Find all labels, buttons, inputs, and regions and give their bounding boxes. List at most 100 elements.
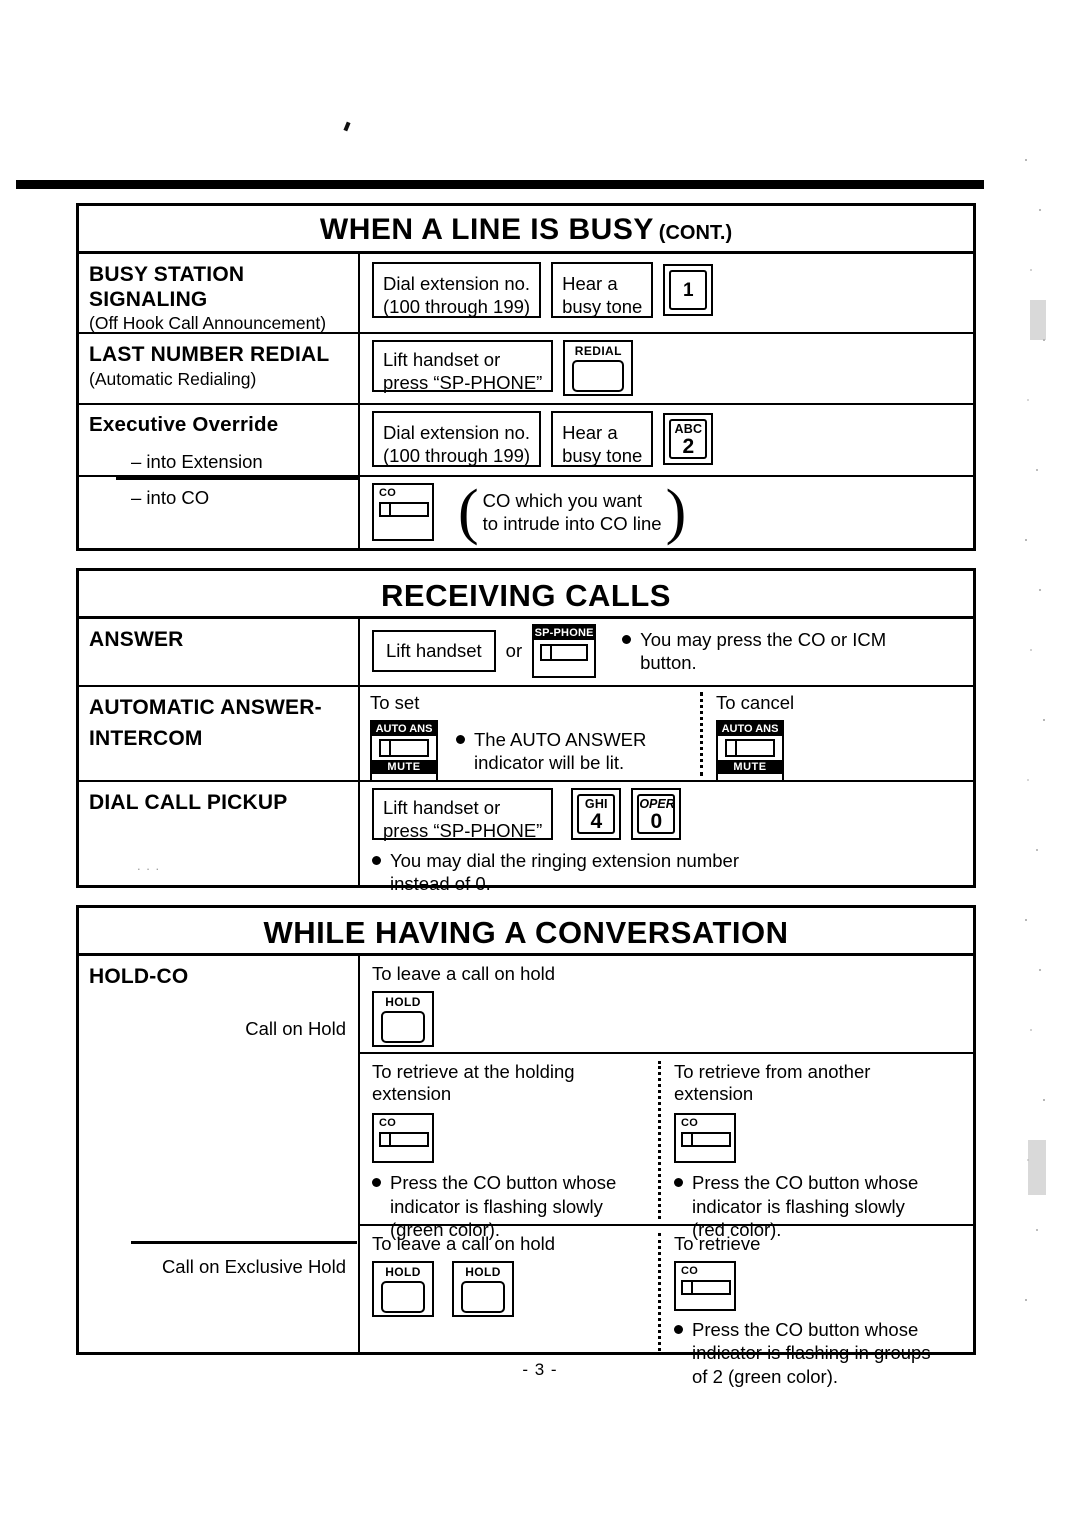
row-last-number-redial: LAST NUMBER REDIAL (Automatic Redialing)…: [79, 334, 973, 405]
sp-phone-button-icon: SP-PHONE: [532, 624, 597, 678]
col-to-set: To set AUTO ANS MUTE The AUTO ANSWER ind…: [370, 692, 700, 783]
col-title-to-set: To set: [370, 692, 420, 713]
row-answer: ANSWER Lift handset or SP-PHONE You may …: [79, 619, 973, 687]
heading-line-1: DIAL CALL PICKUP: [89, 791, 288, 814]
step-hear-busy-tone: Hear a busy tone: [551, 411, 654, 467]
row-dial-call-pickup: DIAL CALL PICKUP . . . Lift handset or p…: [79, 782, 973, 894]
key-digit: 4: [590, 810, 603, 833]
step-line-2: (100 through 199): [383, 296, 531, 318]
step-line-1: Hear a: [562, 422, 618, 443]
bullet-line-2: button.: [640, 652, 697, 673]
col-title-to-retrieve: To retrieve: [674, 1233, 761, 1254]
section-when-a-line-is-busy: WHEN A LINE IS BUSY (CONT.) BUSY STATION…: [76, 203, 976, 551]
row-steps-hold-co: To leave a call on hold HOLD To retrieve…: [360, 956, 973, 1387]
heading-line-1: Executive Override: [89, 413, 279, 436]
bullet-line-2: indicator will be lit.: [474, 752, 625, 774]
block-retrieve-pair: To retrieve at the holding extension CO …: [360, 1052, 973, 1240]
row-hold-co: HOLD-CO Call on Hold Call on Exclusive H…: [79, 956, 973, 1387]
section-title-when-a-line-is-busy: WHEN A LINE IS BUSY (CONT.): [79, 206, 973, 254]
heading-line-1: AUTOMATIC ANSWER-: [89, 696, 322, 719]
step-line-1: Dial extension no.: [383, 273, 531, 294]
row-label-into-co: – into CO: [79, 477, 360, 551]
bullet-line-1: You may dial the ringing extension numbe…: [390, 850, 739, 871]
row-label-automatic-answer-intercom: AUTOMATIC ANSWER- INTERCOM: [79, 687, 360, 780]
step-line-2: busy tone: [562, 296, 643, 318]
sub-row-divider: [116, 477, 360, 480]
col-title-to-cancel: To cancel: [716, 692, 795, 713]
step-line-1: Dial extension no.: [383, 422, 531, 443]
note-line-1: CO which you want: [482, 489, 643, 511]
heading-line-1: ANSWER: [89, 628, 184, 651]
col-exclusive-retrieve: To retrieve CO Press the CO button whose…: [658, 1233, 973, 1387]
keypad-key-2-abc-icon: ABC 2: [663, 413, 714, 465]
section-title-text: WHILE HAVING A CONVERSATION: [263, 915, 789, 950]
scan-artifact-faint-text: . . .: [137, 858, 161, 873]
top-horizontal-rule: [16, 180, 984, 189]
row-busy-station-signaling: BUSY STATION SIGNALING (Off Hook Call An…: [79, 254, 973, 334]
heading-line-1: BUSY STATION: [89, 263, 245, 286]
button-indicator: [379, 1132, 429, 1148]
row-executive-override-into-co: – into CO CO ( CO which you want to intr…: [79, 477, 973, 551]
button-keypad-shape: [461, 1281, 505, 1314]
redial-button-icon: REDIAL: [563, 340, 634, 396]
section-while-having-a-conversation: WHILE HAVING A CONVERSATION HOLD-CO Call…: [76, 905, 976, 1387]
col-title-line-1: To retrieve at the holding: [372, 1061, 575, 1082]
bullet-dot: [674, 1178, 683, 1188]
step-dial-extension: Dial extension no. (100 through 199): [372, 411, 542, 467]
button-label-bottom: MUTE: [718, 760, 782, 775]
col-retrieve-another-extension: To retrieve from another extension CO Pr…: [658, 1061, 973, 1240]
block-title-leave-call-on-hold: To leave a call on hold: [372, 963, 556, 984]
key-digit: 2: [682, 435, 695, 458]
row-label-last-number-redial: LAST NUMBER REDIAL (Automatic Redialing): [79, 334, 360, 403]
block-exclusive-hold: To leave a call on hold HOLD HOLD To ret…: [360, 1224, 973, 1387]
button-label: CO: [379, 1117, 397, 1130]
page-number: - 3 -: [522, 1360, 558, 1379]
row-label-answer: ANSWER: [79, 619, 360, 685]
note-intrude-into-co: ( CO which you want to intrude into CO l…: [458, 477, 687, 546]
step-line-2: (100 through 199): [383, 445, 531, 467]
section-receiving-calls: RECEIVING CALLS ANSWER Lift handset or S…: [76, 568, 976, 894]
heading-line-1: LAST NUMBER REDIAL: [89, 343, 330, 366]
step-hear-busy-tone: Hear a busy tone: [551, 262, 654, 318]
section-title-text: WHEN A LINE IS BUSY: [319, 213, 654, 246]
co-button-icon: CO: [674, 1113, 736, 1164]
row-label-busy-station-signaling: BUSY STATION SIGNALING (Off Hook Call An…: [79, 254, 360, 334]
co-button-icon: CO: [372, 483, 434, 541]
step-line-1: Hear a: [562, 273, 618, 294]
sub-item-into-extension: – into Extension: [131, 450, 263, 472]
row-steps-executive-override-extension: Dial extension no. (100 through 199) Hea…: [360, 405, 973, 475]
step-line-2: press “SP-PHONE”: [383, 372, 543, 394]
sub-item-into-co: – into CO: [131, 487, 210, 508]
subheading: (Automatic Redialing): [89, 368, 257, 389]
row-executive-override-into-extension: Executive Override – into Extension Dial…: [79, 405, 973, 477]
section-title-cont: (CONT.): [658, 222, 733, 244]
bullet-dot: [372, 1178, 381, 1188]
key-digit: 1: [683, 280, 694, 301]
button-label: SP-PHONE: [534, 626, 595, 640]
subheading: (Off Hook Call Announcement): [89, 313, 327, 334]
button-label-top: AUTO ANS: [718, 722, 782, 737]
step-dial-extension: Dial extension no. (100 through 199): [372, 262, 542, 318]
bullet-line-2: indicator is flashing slowly: [692, 1195, 905, 1217]
button-keypad-shape: [572, 360, 625, 392]
paren-close: ): [665, 477, 687, 546]
bullet-retrieve-holding-extension: Press the CO button whose indicator is f…: [372, 1171, 646, 1241]
bullet-dot: [372, 856, 381, 865]
button-indicator: [379, 502, 429, 517]
bullet-line-1: Press the CO button whose: [390, 1172, 617, 1194]
button-label: HOLD: [385, 995, 421, 1010]
sub-row-divider: [131, 1241, 357, 1244]
bullet-line-2: instead of 0.: [390, 873, 491, 895]
button-keypad-shape: [381, 1281, 425, 1314]
bullet-line-1: Press the CO button whose: [692, 1172, 919, 1194]
hold-button-icon: HOLD: [372, 991, 434, 1048]
row-steps-last-number-redial: Lift handset or press “SP-PHONE” REDIAL: [360, 334, 973, 403]
heading-line-2: INTERCOM: [89, 726, 203, 750]
scan-smudge-2: [1028, 1140, 1046, 1195]
bullet-auto-answer-note: The AUTO ANSWER indicator will be lit.: [456, 728, 646, 775]
scan-artifact-mark: [343, 121, 351, 132]
row-steps-automatic-answer-intercom: To set AUTO ANS MUTE The AUTO ANSWER ind…: [360, 687, 973, 783]
bullet-dot: [674, 1325, 683, 1335]
section-title-while-having-a-conversation: WHILE HAVING A CONVERSATION: [79, 908, 973, 956]
col-title-line-1: To retrieve from another: [674, 1061, 871, 1082]
